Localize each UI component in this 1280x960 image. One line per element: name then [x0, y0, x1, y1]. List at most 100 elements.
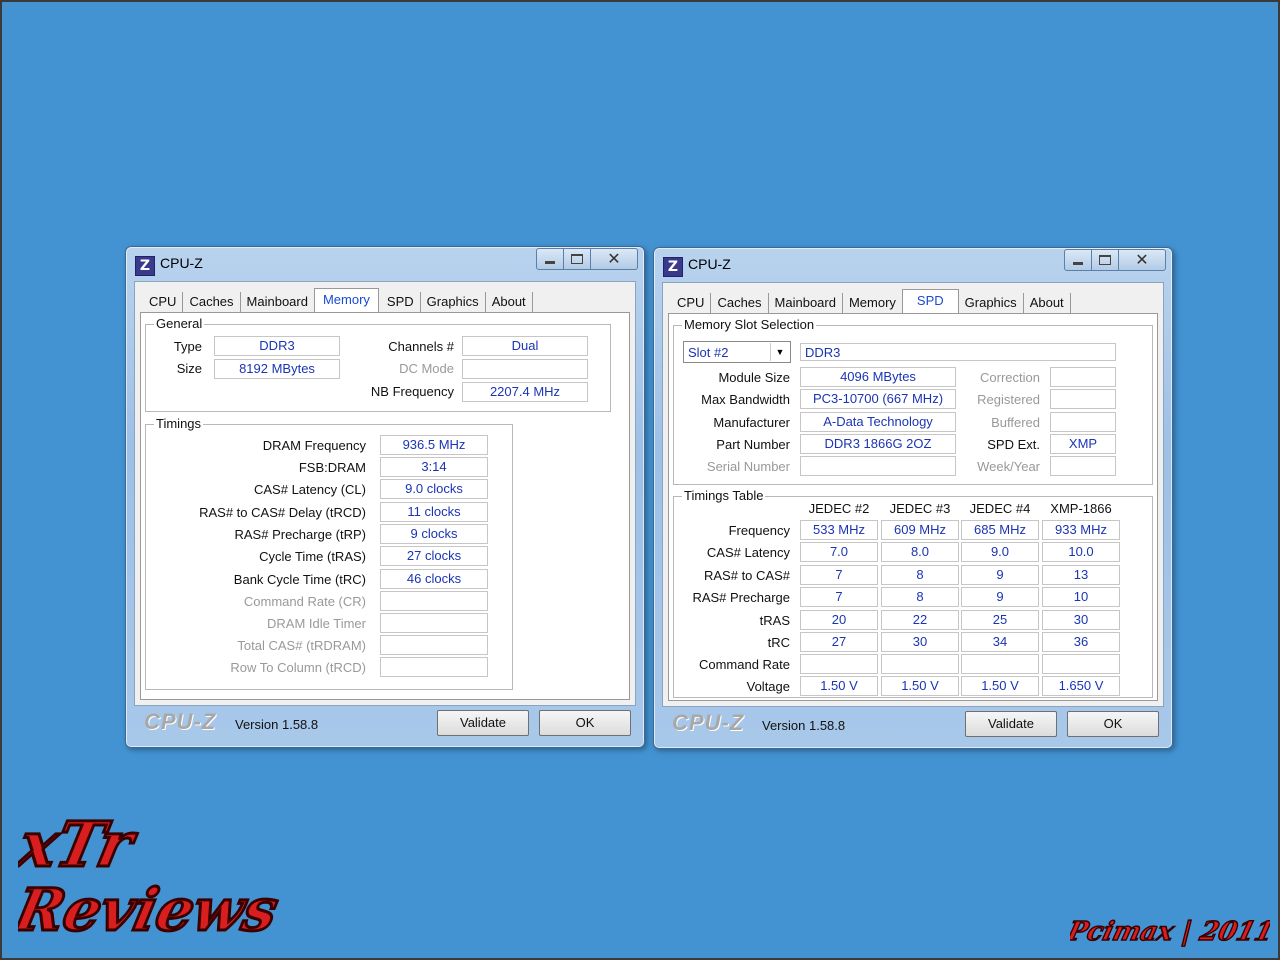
size-label: Size	[176, 361, 202, 376]
row-label: Frequency	[728, 523, 790, 538]
spd-tab-panel: Memory Slot Selection Slot #2 ▼ DDR3 Mod…	[668, 313, 1158, 701]
tab-about[interactable]: About	[486, 292, 533, 312]
tab-graphics[interactable]: Graphics	[959, 293, 1024, 313]
client-area: CPU Caches Mainboard Memory SPD Graphics…	[134, 281, 636, 706]
manufacturer-label: Manufacturer	[713, 415, 790, 430]
timing-value: 9.0 clocks	[380, 479, 488, 499]
tab-cpu[interactable]: CPU	[143, 292, 184, 312]
cell	[1042, 654, 1120, 674]
buffered-label: Buffered	[991, 415, 1040, 430]
registered-label: Registered	[977, 392, 1040, 407]
tab-mainboard[interactable]: Mainboard	[241, 292, 314, 312]
cpuz-app-icon: Z	[663, 257, 683, 277]
tab-memory[interactable]: Memory	[843, 293, 902, 313]
type-label: Type	[173, 339, 202, 354]
cell: 7	[800, 587, 878, 607]
dcmode-value	[462, 359, 588, 379]
version-text: Version 1.58.8	[762, 718, 846, 733]
buffered-value	[1050, 412, 1116, 432]
maximize-icon	[1099, 255, 1111, 265]
spd-ext-label: SPD Ext.	[987, 437, 1040, 452]
manufacturer-value: A-Data Technology	[800, 412, 956, 432]
cell: 9	[961, 565, 1039, 585]
ok-button[interactable]: OK	[539, 710, 631, 736]
serial-number-value	[800, 456, 956, 476]
window-title: CPU-Z	[160, 255, 203, 271]
slot-select[interactable]: Slot #2 ▼	[683, 341, 791, 363]
tab-cpu[interactable]: CPU	[671, 293, 712, 313]
timing-label: CAS# Latency (CL)	[254, 482, 366, 497]
minimize-button[interactable]	[536, 248, 564, 270]
timing-label: FSB:DRAM	[298, 460, 366, 475]
size-value: 8192 MBytes	[214, 359, 340, 379]
cell	[881, 654, 959, 674]
timing-value: 27 clocks	[380, 546, 488, 566]
correction-value	[1050, 367, 1116, 387]
cell: 10	[1042, 587, 1120, 607]
slot-selection-group: Memory Slot Selection Slot #2 ▼ DDR3 Mod…	[673, 317, 1153, 485]
tab-spd[interactable]: SPD	[379, 292, 421, 312]
cell: 9.0	[961, 542, 1039, 562]
close-button[interactable]: ✕	[591, 248, 638, 270]
svg-text:xTr: xTr	[18, 808, 143, 881]
cell: 13	[1042, 565, 1120, 585]
row-label: Command Rate	[698, 657, 790, 672]
title-bar[interactable]: Z CPU-Z ✕	[126, 247, 644, 279]
week-year-value	[1050, 456, 1116, 476]
row-label: tRAS	[759, 613, 790, 628]
cell: 609 MHz	[881, 520, 959, 540]
nbfreq-value: 2207.4 MHz	[462, 382, 588, 402]
cell	[800, 654, 878, 674]
tab-memory[interactable]: Memory	[313, 288, 379, 313]
tab-mainboard[interactable]: Mainboard	[769, 293, 843, 313]
cell: 8.0	[881, 542, 959, 562]
cell: 7.0	[800, 542, 878, 562]
timing-value	[380, 613, 488, 633]
timing-value	[380, 591, 488, 611]
timing-label: Cycle Time (tRAS)	[259, 549, 366, 564]
cpuz-window-spd: Z CPU-Z ✕ CPU Caches Mainboard Memory SP…	[653, 247, 1173, 749]
validate-button[interactable]: Validate	[965, 711, 1057, 737]
cell: 30	[1042, 610, 1120, 630]
registered-value	[1050, 389, 1116, 409]
dcmode-label: DC Mode	[399, 361, 454, 376]
version-text: Version 1.58.8	[235, 717, 319, 732]
cell: 30	[881, 632, 959, 652]
tab-caches[interactable]: Caches	[711, 293, 769, 313]
validate-button[interactable]: Validate	[437, 710, 529, 736]
type-value: DDR3	[214, 336, 340, 356]
dropdown-arrow-icon[interactable]: ▼	[770, 343, 789, 361]
svg-text:Reviews: Reviews	[18, 876, 284, 944]
ok-button[interactable]: OK	[1067, 711, 1159, 737]
title-bar[interactable]: Z CPU-Z ✕	[654, 248, 1172, 280]
tab-graphics[interactable]: Graphics	[421, 292, 486, 312]
max-bandwidth-label: Max Bandwidth	[701, 392, 790, 407]
general-group: General Type DDR3 Size 8192 MBytes Chann…	[145, 316, 611, 412]
timing-label: DRAM Frequency	[262, 438, 366, 453]
signature-logo: Pcimax | 2011	[1070, 916, 1270, 948]
close-button[interactable]: ✕	[1119, 249, 1166, 271]
cell: 10.0	[1042, 542, 1120, 562]
module-size-value: 4096 MBytes	[800, 367, 956, 387]
slot-select-value: Slot #2	[688, 345, 729, 360]
column-header: JEDEC #4	[969, 501, 1031, 516]
minimize-button[interactable]	[1064, 249, 1092, 271]
row-label: RAS# Precharge	[692, 590, 790, 605]
cell: 36	[1042, 632, 1120, 652]
maximize-icon	[571, 254, 583, 264]
cell: 27	[800, 632, 878, 652]
channels-value: Dual	[462, 336, 588, 356]
cell: 533 MHz	[800, 520, 878, 540]
tab-spd[interactable]: SPD	[901, 289, 959, 314]
tab-caches[interactable]: Caches	[183, 292, 241, 312]
maximize-button[interactable]	[1092, 249, 1119, 271]
timing-label: Row To Column (tRCD)	[230, 660, 366, 675]
tab-about[interactable]: About	[1024, 293, 1071, 313]
nbfreq-label: NB Frequency	[370, 384, 454, 399]
client-area: CPU Caches Mainboard Memory SPD Graphics…	[662, 282, 1164, 707]
serial-number-label: Serial Number	[706, 459, 790, 474]
maximize-button[interactable]	[564, 248, 591, 270]
timing-label: DRAM Idle Timer	[267, 616, 366, 631]
cell: 25	[961, 610, 1039, 630]
slot-group-label: Memory Slot Selection	[682, 317, 817, 332]
